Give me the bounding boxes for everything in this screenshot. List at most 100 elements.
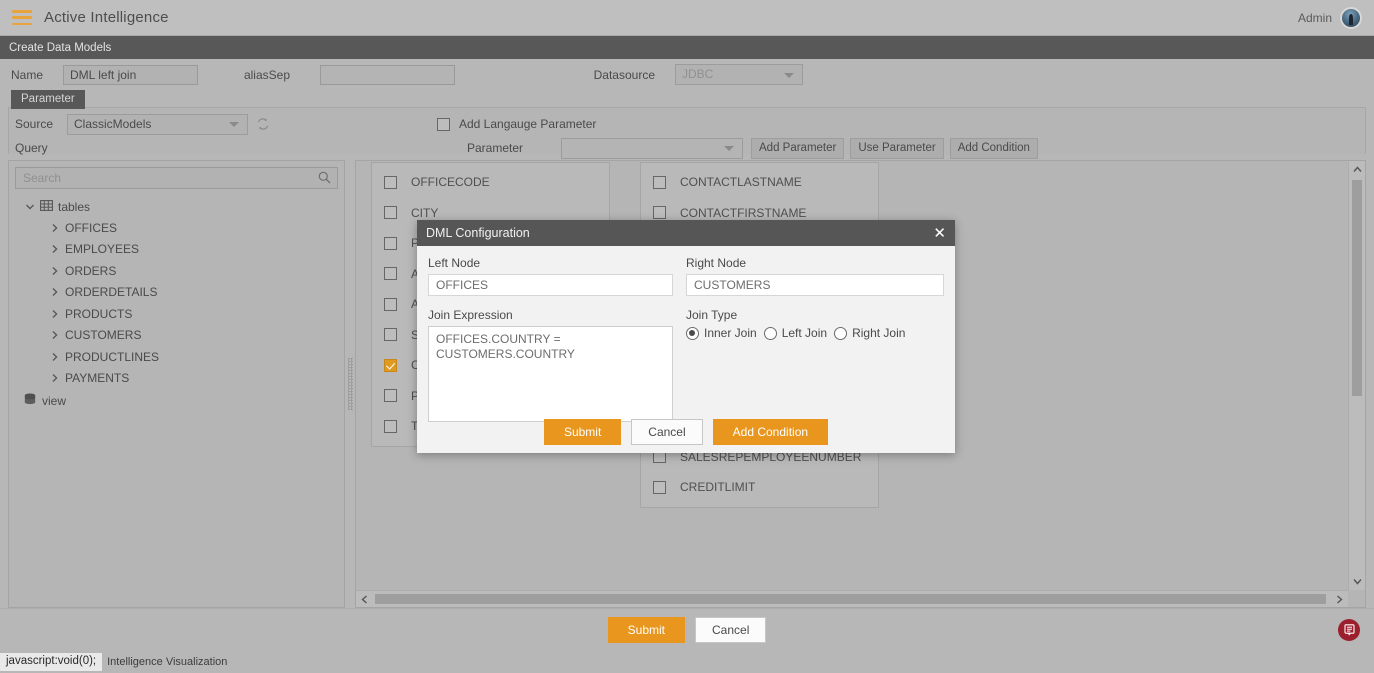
chevron-right-icon bbox=[49, 351, 61, 363]
column-checkbox[interactable] bbox=[653, 175, 666, 189]
tree-node-label: OFFICES bbox=[65, 220, 118, 235]
close-icon[interactable]: ✕ bbox=[933, 226, 946, 241]
cancel-button[interactable]: Cancel bbox=[695, 617, 767, 643]
vertical-scrollbar[interactable] bbox=[1348, 161, 1365, 590]
panel-splitter[interactable] bbox=[345, 160, 355, 608]
aliassep-input[interactable] bbox=[320, 64, 455, 85]
tab-parameter[interactable]: Parameter bbox=[11, 90, 85, 109]
vertical-scroll-thumb[interactable] bbox=[1352, 180, 1362, 396]
dialog-title: DML Configuration bbox=[426, 226, 530, 240]
tree-node-offices[interactable]: OFFICES bbox=[15, 217, 338, 239]
tree-node-label: ORDERS bbox=[65, 263, 117, 278]
parameter-label: Parameter bbox=[466, 141, 523, 155]
tree-node-label: CUSTOMERS bbox=[65, 328, 142, 343]
join-type-inner-join[interactable]: Inner Join bbox=[686, 326, 757, 340]
dialog-footer: Submit Cancel Add Condition bbox=[417, 419, 955, 445]
column-checkbox[interactable] bbox=[384, 297, 397, 311]
aliassep-label: aliasSep bbox=[243, 67, 290, 82]
dialog-title-bar: DML Configuration ✕ bbox=[417, 220, 955, 246]
form-row: Name aliasSep Datasource JDBC bbox=[0, 59, 1374, 90]
chat-icon[interactable] bbox=[1338, 619, 1360, 641]
tree-node-label: tables bbox=[58, 199, 91, 214]
left-node-input[interactable] bbox=[428, 274, 673, 296]
user-avatar[interactable] bbox=[1340, 6, 1362, 29]
tree-node-orderdetails[interactable]: ORDERDETAILS bbox=[15, 282, 338, 304]
tab-bar: Parameter bbox=[0, 90, 1374, 109]
add-parameter-button[interactable]: Add Parameter bbox=[751, 137, 845, 159]
tree-node-payments[interactable]: PAYMENTS bbox=[15, 368, 338, 390]
tree-table-list: OFFICES EMPLOYEES ORDERS ORDERDETAILS PRODUC… bbox=[15, 217, 338, 389]
use-parameter-button[interactable]: Use Parameter bbox=[850, 137, 944, 159]
column-checkbox[interactable] bbox=[384, 328, 397, 342]
column-row[interactable]: CREDITLIMIT bbox=[641, 472, 878, 503]
chevron-down-icon bbox=[229, 122, 239, 127]
search-icon[interactable] bbox=[318, 171, 331, 187]
datasource-select[interactable]: JDBC bbox=[675, 64, 803, 85]
scroll-down-arrow[interactable] bbox=[1349, 573, 1365, 590]
join-type-radio-group: Inner Join Left Join Right Join bbox=[686, 326, 944, 340]
tree-node-label: EMPLOYEES bbox=[65, 242, 140, 257]
horizontal-scroll-thumb[interactable] bbox=[375, 594, 1326, 604]
scroll-up-arrow[interactable] bbox=[1349, 161, 1365, 178]
hamburger-icon[interactable] bbox=[12, 10, 32, 25]
join-expression-textarea[interactable]: OFFICES.COUNTRY = CUSTOMERS.COUNTRY bbox=[428, 326, 673, 422]
dialog-cancel-button[interactable]: Cancel bbox=[631, 419, 703, 445]
column-label: CITY bbox=[411, 205, 439, 220]
application-window: Active Intelligence Admin Create Data Mo… bbox=[0, 0, 1374, 673]
database-icon bbox=[24, 393, 36, 409]
parameter-select[interactable] bbox=[561, 137, 743, 159]
admin-label[interactable]: Admin bbox=[1298, 11, 1332, 25]
dialog-add-condition-button[interactable]: Add Condition bbox=[712, 419, 829, 445]
scroll-left-arrow[interactable] bbox=[356, 591, 373, 607]
source-row: Source ClassicModels Add Langauge Parame… bbox=[15, 113, 1359, 135]
chevron-right-icon bbox=[49, 372, 61, 384]
dialog-submit-button[interactable]: Submit bbox=[543, 419, 622, 445]
dialog-body: Left Node Right Node Join Expression OFF… bbox=[417, 246, 955, 425]
column-checkbox[interactable] bbox=[384, 389, 397, 403]
radio-label: Inner Join bbox=[704, 326, 757, 340]
radio-dot bbox=[834, 326, 848, 340]
column-checkbox[interactable] bbox=[384, 236, 397, 250]
radio-dot bbox=[763, 326, 777, 340]
horizontal-scrollbar[interactable] bbox=[356, 590, 1348, 607]
chevron-right-icon bbox=[49, 329, 61, 341]
tree-node-products[interactable]: PRODUCTS bbox=[15, 303, 338, 325]
column-checkbox[interactable] bbox=[653, 480, 666, 494]
chevron-right-icon bbox=[49, 308, 61, 320]
refresh-icon[interactable] bbox=[256, 117, 270, 131]
column-row[interactable]: CONTACTLASTNAME bbox=[641, 167, 878, 198]
column-checkbox[interactable] bbox=[384, 358, 397, 372]
search-input[interactable] bbox=[15, 167, 338, 189]
status-tooltip: javascript:void(0); bbox=[0, 653, 103, 671]
left-node-label: Left Node bbox=[428, 256, 481, 270]
tree-node-tables[interactable]: tables bbox=[15, 196, 338, 217]
column-row[interactable]: OFFICECODE bbox=[372, 167, 609, 198]
join-type-left-join[interactable]: Left Join bbox=[763, 326, 827, 340]
column-checkbox[interactable] bbox=[384, 175, 397, 189]
column-label: CONTACTFIRSTNAME bbox=[680, 205, 807, 220]
column-checkbox[interactable] bbox=[653, 206, 666, 220]
chevron-down-icon bbox=[24, 201, 36, 213]
column-checkbox[interactable] bbox=[384, 419, 397, 433]
source-value: ClassicModels bbox=[74, 116, 152, 131]
right-node-input[interactable] bbox=[686, 274, 944, 296]
join-type-right-join[interactable]: Right Join bbox=[834, 326, 905, 340]
add-language-parameter-checkbox[interactable] bbox=[437, 117, 450, 131]
chevron-down-icon bbox=[724, 146, 734, 151]
add-condition-button[interactable]: Add Condition bbox=[949, 137, 1038, 159]
submit-button[interactable]: Submit bbox=[607, 617, 685, 643]
tree-node-label: PRODUCTS bbox=[65, 306, 133, 321]
top-bar: Active Intelligence Admin bbox=[0, 0, 1374, 36]
tree-node-employees[interactable]: EMPLOYEES bbox=[15, 239, 338, 261]
tree-node-orders[interactable]: ORDERS bbox=[15, 260, 338, 282]
name-input[interactable] bbox=[63, 64, 198, 85]
right-node-label: Right Node bbox=[686, 256, 747, 270]
column-checkbox[interactable] bbox=[384, 267, 397, 281]
tree-node-view[interactable]: view bbox=[15, 390, 338, 411]
scroll-right-arrow[interactable] bbox=[1331, 591, 1348, 607]
tree-node-productlines[interactable]: PRODUCTLINES bbox=[15, 346, 338, 368]
tree-node-customers[interactable]: CUSTOMERS bbox=[15, 325, 338, 347]
column-checkbox[interactable] bbox=[384, 206, 397, 220]
source-select[interactable]: ClassicModels bbox=[67, 113, 248, 135]
splitter-grip bbox=[347, 358, 353, 410]
